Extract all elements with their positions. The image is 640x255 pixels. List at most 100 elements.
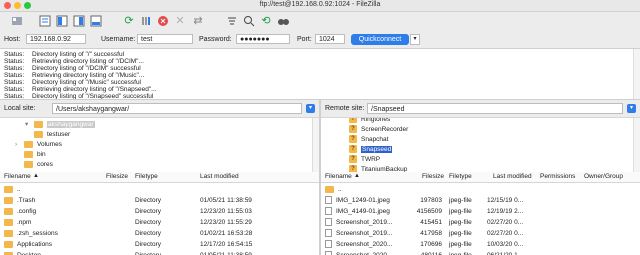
tree-item[interactable]: ▾ akshaygangwar — [25, 120, 95, 130]
file-size: 480116 — [414, 250, 442, 255]
column-filetype[interactable]: Filetype — [135, 173, 158, 180]
file-name-cell: Desktop — [4, 250, 41, 255]
log-status-label: Status: — [4, 51, 25, 58]
file-name: Screenshot_2019... — [336, 219, 393, 226]
compare-icon[interactable] — [242, 14, 256, 28]
file-name-cell: Applications — [4, 239, 52, 250]
column-filetype[interactable]: Filetype — [449, 173, 472, 180]
process-queue-icon[interactable] — [139, 14, 153, 28]
local-tree-scrollbar[interactable] — [312, 118, 319, 172]
file-row[interactable]: Screenshot_2019... 417958 jpeg-file 02/27/2… — [321, 228, 640, 239]
column-last-modified[interactable]: Last modified — [200, 173, 239, 180]
file-row[interactable]: .Trash Directory 01/05/21 11:38:59 — [0, 195, 319, 206]
quickconnect-history-dropdown[interactable]: ▾ — [410, 34, 420, 45]
unknown-folder-icon: ? — [349, 125, 357, 134]
host-label: Host: — [4, 36, 21, 43]
tree-item-label: ScreenRecorder — [361, 126, 409, 133]
file-modified: 02/27/20 0... — [487, 230, 524, 237]
file-row[interactable]: .config Directory 12/23/20 11:55:03 — [0, 206, 319, 217]
toggle-log-icon[interactable] — [38, 14, 52, 28]
column-owner-group[interactable]: Owner/Group — [584, 173, 623, 180]
tree-item[interactable]: testuser — [34, 130, 70, 140]
toolbar: ⟳ ✕ ⇄ ⟲ — [0, 12, 640, 32]
log-status-label: Status: — [4, 72, 25, 79]
tree-item-label: Ringtones — [361, 117, 391, 123]
remote-path-dropdown[interactable]: ▾ — [627, 104, 636, 113]
file-icon — [325, 196, 332, 205]
file-icon — [325, 218, 332, 227]
file-type: Directory — [135, 241, 162, 248]
tree-item[interactable]: ? Snapchat — [349, 135, 388, 145]
disconnect-icon[interactable]: ✕ — [173, 14, 187, 28]
message-log: Status: Directory listing of "/" successf… — [0, 49, 640, 100]
local-path-input[interactable]: /Users/akshaygangwar/ — [52, 103, 302, 114]
file-icon — [325, 240, 332, 249]
remote-tree-scrollbar[interactable] — [633, 118, 640, 172]
file-name: .npm — [17, 219, 32, 226]
transfer-queue-icon[interactable] — [89, 14, 103, 28]
column-permissions[interactable]: Permissions — [540, 173, 575, 180]
remote-path-input[interactable]: /Snapseed — [367, 103, 623, 114]
chevron-down-icon[interactable]: ▾ — [25, 120, 28, 130]
file-row[interactable]: .. — [321, 184, 640, 195]
tree-item[interactable]: bin — [24, 150, 46, 160]
file-row[interactable]: IMG_4149-01.jpeg 4156509 jpeg-file 12/19/19… — [321, 206, 640, 217]
remote-site-bar: Remote site: /Snapseed ▾ — [321, 100, 640, 117]
chevron-right-icon[interactable]: › — [15, 140, 17, 150]
folder-icon — [4, 185, 13, 193]
file-row[interactable]: .npm Directory 12/23/20 11:55:29 — [0, 217, 319, 228]
file-row[interactable]: Desktop Directory 01/05/21 11:38:59 — [0, 250, 319, 255]
password-input[interactable]: ●●●●●●● — [236, 34, 290, 44]
tree-item-label: TWRP — [361, 156, 381, 163]
file-row[interactable]: .zsh_sessions Directory 01/02/21 16:53:28 — [0, 228, 319, 239]
find-icon[interactable] — [276, 14, 290, 28]
tree-item[interactable]: › Volumes — [15, 140, 62, 150]
filter-icon[interactable] — [225, 14, 239, 28]
host-input[interactable]: 192.168.0.92 — [26, 34, 86, 44]
reconnect-icon[interactable]: ⇄ — [191, 14, 205, 28]
tree-item[interactable]: ? TWRP — [349, 155, 380, 165]
username-input[interactable]: test — [137, 34, 193, 44]
search-icon[interactable]: ⟲ — [259, 14, 273, 28]
cancel-icon[interactable] — [156, 14, 170, 28]
tree-item-label: Snapseed — [361, 146, 393, 153]
column-last-modified[interactable]: Last modified — [493, 173, 532, 180]
file-size: 170696 — [420, 241, 442, 248]
tree-item-label: Volumes — [37, 141, 62, 148]
column-filename[interactable]: Filename — [325, 173, 352, 180]
tree-item[interactable]: cores — [24, 160, 53, 170]
tree-item[interactable]: ? ScreenRecorder — [349, 125, 408, 135]
local-path-dropdown[interactable]: ▾ — [306, 104, 315, 113]
file-modified: 12/23/20 11:55:29 — [200, 219, 252, 226]
file-row[interactable]: Screenshot_2020... 480116 jpeg-file 06/21/2… — [321, 250, 640, 255]
file-row[interactable]: .. — [0, 184, 319, 195]
tree-item[interactable]: ? Snapseed — [349, 145, 393, 155]
refresh-icon[interactable]: ⟳ — [122, 14, 136, 28]
log-message: Retrieving directory listing of "/Snapse… — [32, 86, 157, 93]
file-type: Directory — [135, 219, 162, 226]
file-row[interactable]: Screenshot_2019... 415451 jpeg-file 02/27/2… — [321, 217, 640, 228]
quickconnect-button[interactable]: Quickconnect — [351, 34, 409, 45]
tree-item[interactable]: ? Ringtones — [349, 117, 391, 125]
unknown-folder-icon: ? — [349, 135, 357, 144]
file-name: .config — [17, 208, 37, 215]
pane-divider[interactable] — [319, 100, 321, 255]
remote-file-list-header: Filename ▲ Filesize Filetype Last modifi… — [321, 172, 640, 183]
file-name: Applications — [17, 241, 53, 248]
port-input[interactable]: 1024 — [315, 34, 345, 44]
log-line: Status: Directory listing of "/Snapseed" … — [4, 93, 153, 99]
file-type: jpeg-file — [449, 241, 472, 248]
column-filesize[interactable]: Filesize — [422, 173, 444, 180]
file-row[interactable]: IMG_1249-01.jpeg 197803 jpeg-file 12/15/19 … — [321, 195, 640, 206]
toggle-remote-tree-icon[interactable] — [72, 14, 86, 28]
toggle-local-tree-icon[interactable] — [55, 14, 69, 28]
site-manager-icon[interactable] — [10, 14, 24, 28]
folder-icon — [24, 150, 33, 158]
column-filesize[interactable]: Filesize — [106, 173, 128, 180]
file-row[interactable]: Applications Directory 12/17/20 16:54:15 — [0, 239, 319, 250]
message-log-scrollbar[interactable] — [633, 49, 640, 99]
file-type: jpeg-file — [449, 250, 472, 255]
file-name-cell: Screenshot_2020... — [325, 239, 392, 250]
file-row[interactable]: Screenshot_2020... 170696 jpeg-file 10/03/2… — [321, 239, 640, 250]
column-filename[interactable]: Filename — [4, 173, 31, 180]
